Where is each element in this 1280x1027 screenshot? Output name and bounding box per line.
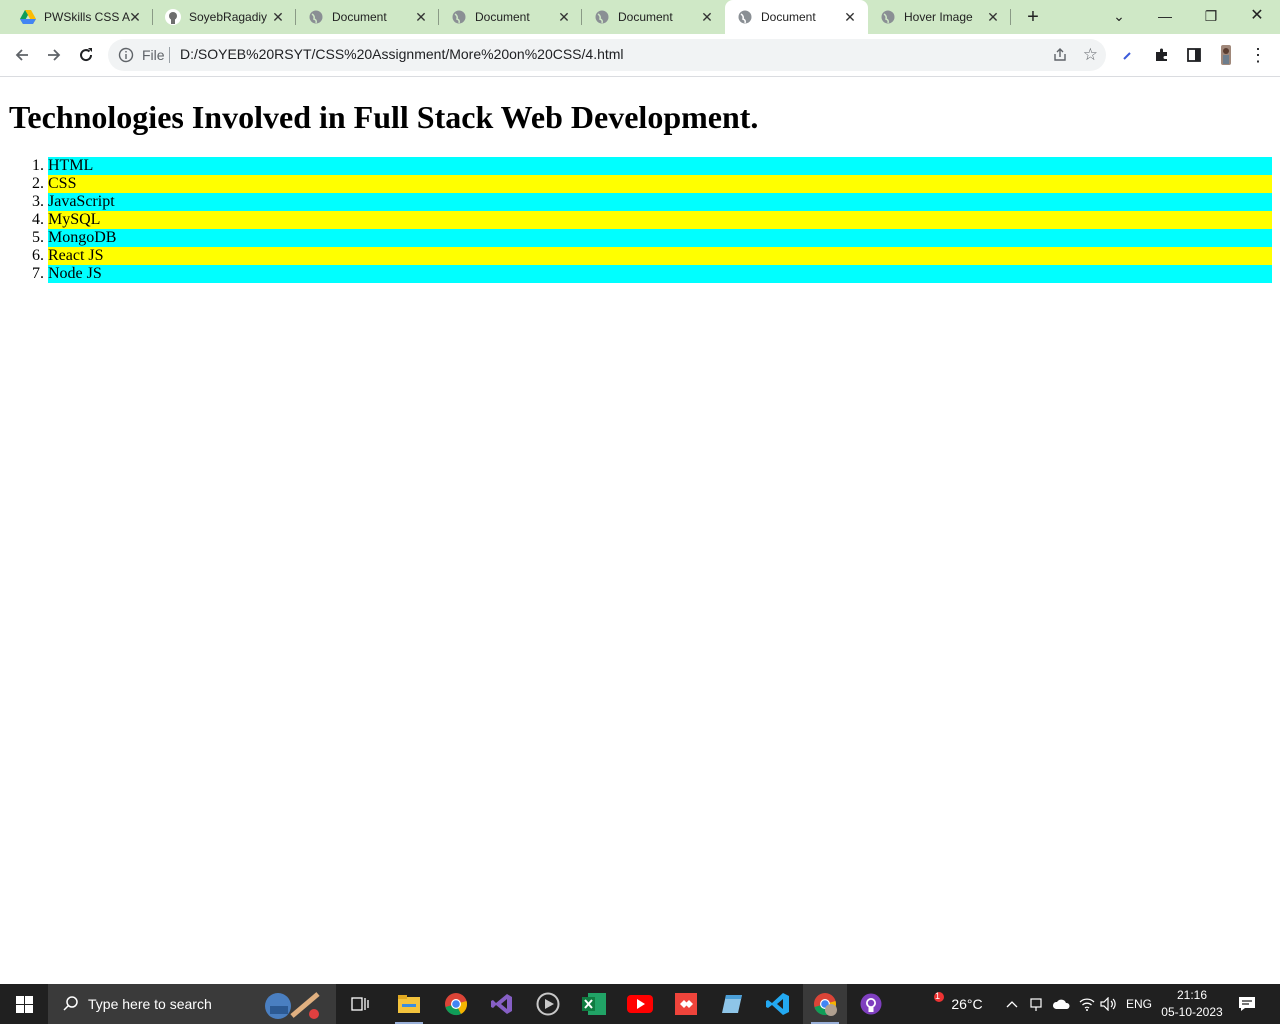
forward-arrow-icon[interactable]	[42, 43, 66, 67]
restore-button[interactable]: ❐	[1196, 4, 1226, 28]
clock-date: 05-10-2023	[1161, 1005, 1223, 1019]
windows-start-icon[interactable]	[0, 984, 48, 1024]
taskbar: Type here to search 1 26°C ENG 21:16 05-…	[0, 984, 1280, 1024]
wifi-icon[interactable]	[1076, 984, 1098, 1024]
divider	[169, 47, 170, 63]
notification-icon[interactable]	[1234, 984, 1260, 1024]
side-panel-icon[interactable]	[1182, 43, 1206, 67]
search-icon	[62, 995, 80, 1013]
back-arrow-icon[interactable]	[10, 43, 34, 67]
tab-title: Document	[475, 10, 530, 24]
taskbar-search[interactable]: Type here to search	[48, 984, 336, 1024]
task-view-icon[interactable]	[338, 984, 382, 1024]
close-icon[interactable]: ✕	[842, 9, 858, 25]
weather-badge: 1	[935, 991, 941, 1001]
close-icon[interactable]: ✕	[985, 9, 1001, 25]
list-item: MongoDB	[48, 229, 1272, 247]
page-content: Technologies Involved in Full Stack Web …	[0, 77, 1280, 984]
globe-icon	[594, 9, 610, 25]
onedrive-cloud-icon[interactable]	[1050, 984, 1072, 1024]
close-icon[interactable]: ✕	[556, 9, 572, 25]
tab-title: Document	[332, 10, 387, 24]
youtube-icon[interactable]	[618, 984, 662, 1024]
globe-icon	[308, 9, 324, 25]
extensions-puzzle-icon[interactable]	[1150, 43, 1174, 67]
tab-pwskills[interactable]: PWSkills CSS A ✕	[0, 0, 153, 34]
reload-icon[interactable]	[74, 43, 98, 67]
chrome-profile-icon[interactable]	[803, 984, 847, 1024]
list-item: Node JS	[48, 265, 1272, 283]
address-bar[interactable]: File D:/SOYEB%20RSYT/CSS%20Assignment/Mo…	[108, 39, 1106, 71]
tab-document-1[interactable]: Document ✕	[296, 0, 439, 34]
meet-now-icon[interactable]	[1026, 984, 1046, 1024]
menu-kebab-icon[interactable]: ⋮	[1246, 43, 1270, 67]
tab-document-active[interactable]: Document ✕	[725, 0, 868, 34]
github-icon	[165, 9, 181, 25]
url-text[interactable]: D:/SOYEB%20RSYT/CSS%20Assignment/More%20…	[180, 46, 624, 62]
tab-title: PWSkills CSS A	[44, 10, 131, 24]
tab-hover-image[interactable]: Hover Image ✕	[868, 0, 1011, 34]
close-icon[interactable]: ✕	[413, 9, 429, 25]
clock-time: 21:16	[1176, 988, 1208, 1002]
new-tab-button[interactable]: +	[1022, 7, 1044, 29]
weather-icon[interactable]: 1	[918, 984, 948, 1024]
chevron-up-icon[interactable]	[1002, 984, 1022, 1024]
tab-github[interactable]: SoyebRagadiy ✕	[153, 0, 296, 34]
list-item: CSS	[48, 175, 1272, 193]
scheme-label: File	[142, 47, 165, 63]
star-icon[interactable]: ☆	[1083, 46, 1098, 63]
visual-studio-icon[interactable]	[480, 984, 524, 1024]
page-heading: Technologies Involved in Full Stack Web …	[9, 99, 759, 135]
minimize-button[interactable]: —	[1150, 4, 1180, 28]
list-item: JavaScript	[48, 193, 1272, 211]
speaker-icon[interactable]	[1098, 984, 1120, 1024]
media-player-icon[interactable]	[526, 984, 570, 1024]
weather-temperature[interactable]: 26°C	[948, 984, 986, 1024]
vscode-icon[interactable]	[756, 984, 800, 1024]
tab-document-3[interactable]: Document ✕	[582, 0, 725, 34]
close-icon[interactable]: ✕	[699, 9, 715, 25]
file-explorer-icon[interactable]	[387, 984, 431, 1024]
globe-icon	[880, 9, 896, 25]
github-desktop-icon[interactable]	[849, 984, 893, 1024]
language-indicator[interactable]: ENG	[1122, 984, 1156, 1024]
profile-avatar[interactable]	[1214, 43, 1238, 67]
google-drive-icon	[20, 9, 36, 25]
tab-title: Hover Image	[904, 10, 973, 24]
list-item: React JS	[48, 247, 1272, 265]
browser-toolbar: File D:/SOYEB%20RSYT/CSS%20Assignment/Mo…	[0, 34, 1280, 77]
search-placeholder: Type here to search	[88, 996, 212, 1012]
list-item: HTML	[48, 157, 1272, 175]
tab-document-2[interactable]: Document ✕	[439, 0, 582, 34]
info-icon[interactable]	[118, 47, 134, 63]
tab-search-chevron-down-icon[interactable]: ⌄	[1104, 4, 1134, 28]
excel-icon[interactable]	[572, 984, 616, 1024]
window-close-button[interactable]: ✕	[1242, 4, 1272, 28]
cricket-helmet-icon[interactable]	[262, 986, 324, 1027]
globe-icon	[451, 9, 467, 25]
close-icon[interactable]: ✕	[127, 9, 143, 25]
share-icon[interactable]	[1052, 47, 1068, 68]
system-clock[interactable]: 21:16 05-10-2023	[1156, 987, 1228, 1021]
technology-list: HTML CSS JavaScript MySQL MongoDB React …	[0, 157, 1272, 283]
tab-title: Document	[618, 10, 673, 24]
list-item: MySQL	[48, 211, 1272, 229]
notepad-icon[interactable]	[710, 984, 754, 1024]
chrome-icon[interactable]	[434, 984, 478, 1024]
extension-pen-icon[interactable]	[1116, 43, 1140, 67]
globe-icon	[737, 9, 753, 25]
tab-title: SoyebRagadiy	[189, 10, 268, 24]
tab-title: Document	[761, 10, 816, 24]
anydesk-icon[interactable]	[664, 984, 708, 1024]
close-icon[interactable]: ✕	[270, 9, 286, 25]
tab-strip: PWSkills CSS A ✕ SoyebRagadiy ✕ Document…	[0, 0, 1280, 34]
